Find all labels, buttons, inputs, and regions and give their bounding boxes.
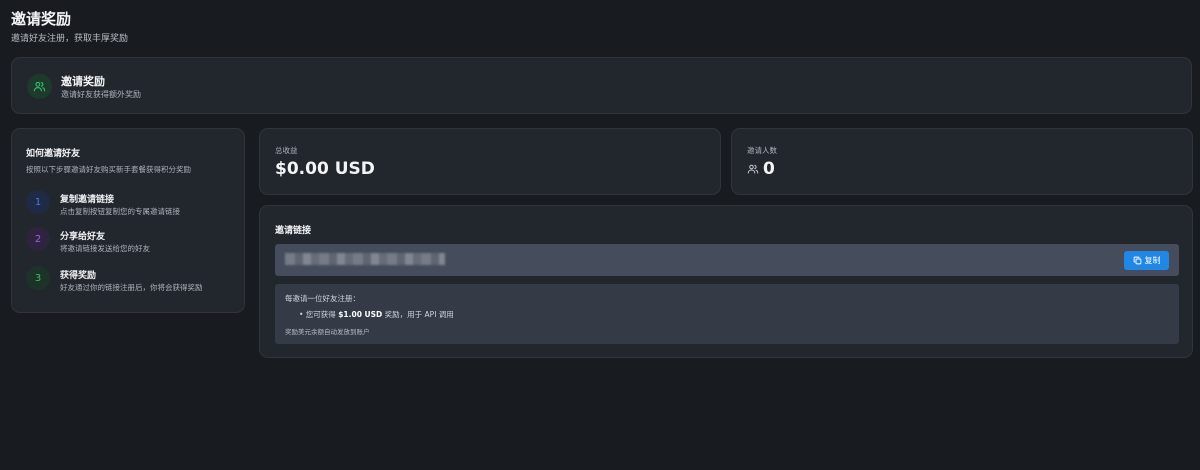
step-share: 2 分享给好友 将邀请链接发送给您的好友 [26,227,236,257]
invite-reward-banner: 邀请奖励 邀请好友获得额外奖励 [11,57,1192,114]
invites-label: 邀请人数 [747,146,777,155]
step-get-reward: 3 获得奖励 好友通过你的链接注册后，你将会获得奖励 [26,266,236,296]
invite-link-title: 邀请链接 [275,226,312,236]
reward-info-bullet: • 您可获得 $1.00 USD 奖励，用于 API 调用 [299,309,454,320]
invite-link-field[interactable]: 复制 [275,244,1179,276]
reward-info-footnote: 奖励美元余额自动发放到账户 [285,328,370,336]
users-icon [747,163,759,175]
step-copy-link: 1 复制邀请链接 点击复制按钮复制您的专属邀请链接 [26,190,236,220]
total-earnings-card: 总收益 $0.00 USD [259,128,721,195]
invites-value-row: 0 [747,159,775,179]
page-title: 邀请奖励 [11,10,72,28]
users-icon [27,74,52,99]
how-to-description: 按照以下步骤邀请好友购买新手套餐获得积分奖励 [26,165,191,174]
invite-count-card: 邀请人数 0 [731,128,1193,195]
step-number: 2 [26,227,50,251]
reward-info-box: 每邀请一位好友注册： • 您可获得 $1.00 USD 奖励，用于 API 调用… [275,284,1179,344]
how-to-title: 如何邀请好友 [26,149,81,159]
earnings-value: $0.00 USD [275,159,375,179]
page-subtitle: 邀请好友注册，获取丰厚奖励 [11,34,129,44]
reward-bullet-suffix: 奖励，用于 API 调用 [384,310,454,319]
reward-amount: $1.00 USD [338,310,383,319]
earnings-label: 总收益 [275,146,298,155]
reward-info-heading: 每邀请一位好友注册： [285,294,360,303]
step-title: 分享给好友 [60,232,106,242]
reward-bullet-prefix: • 您可获得 [299,310,336,319]
step-description: 好友通过你的链接注册后，你将会获得奖励 [60,283,203,292]
step-title: 获得奖励 [60,271,97,281]
step-number: 3 [26,266,50,290]
invite-link-url-redacted[interactable] [285,253,445,265]
how-to-invite-card: 如何邀请好友 按照以下步骤邀请好友购买新手套餐获得积分奖励 1 复制邀请链接 点… [11,128,245,313]
invite-link-card: 邀请链接 复制 每邀请一位好友注册： • 您可获得 $1.00 USD 奖励，用… [259,205,1193,358]
banner-subtitle: 邀请好友获得额外奖励 [61,90,141,99]
step-title: 复制邀请链接 [60,195,115,205]
banner-title: 邀请奖励 [61,75,105,88]
step-description: 将邀请链接发送给您的好友 [60,244,150,253]
step-description: 点击复制按钮复制您的专属邀请链接 [60,207,180,216]
copy-button[interactable]: 复制 [1124,251,1169,270]
copy-icon [1133,256,1142,265]
invites-value: 0 [763,159,775,179]
copy-button-label: 复制 [1144,256,1161,265]
step-number: 1 [26,190,50,214]
